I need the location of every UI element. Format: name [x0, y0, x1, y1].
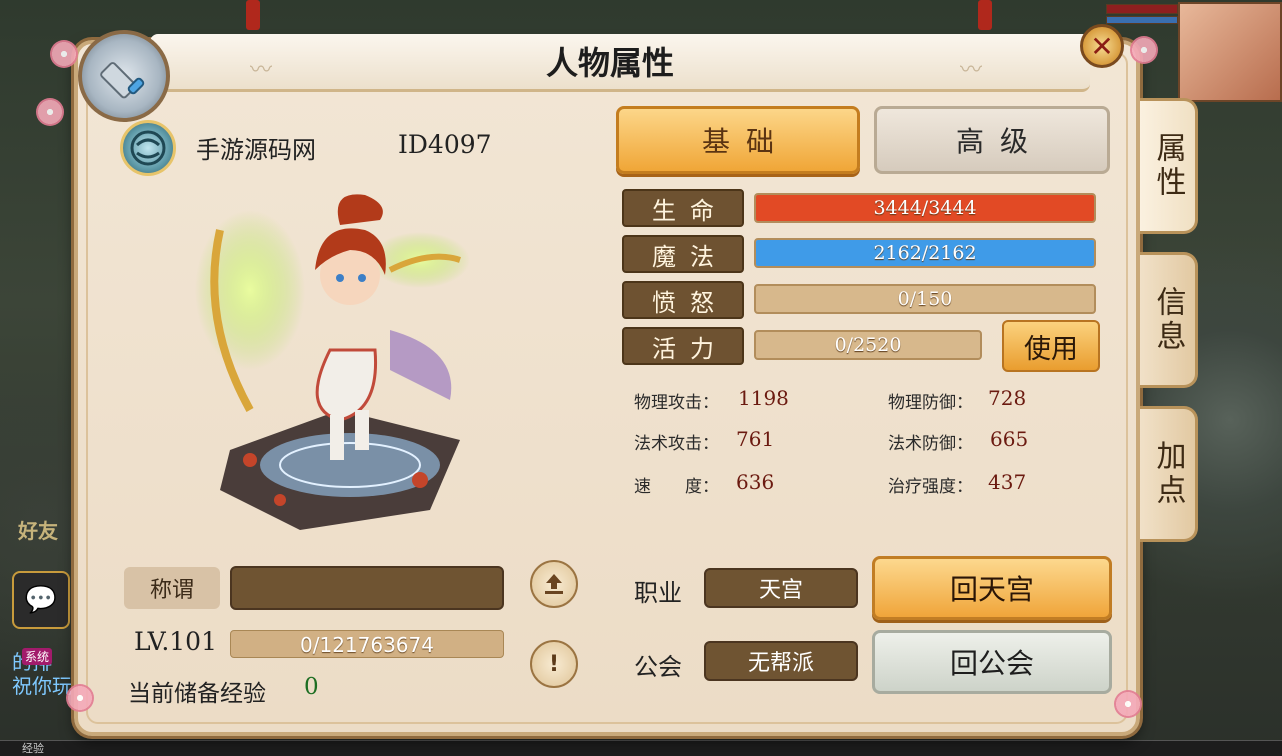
hero-illustration	[195, 194, 470, 530]
info-button[interactable]: !	[530, 640, 578, 688]
attr-label-physical-defense: 物理防御：	[888, 393, 973, 413]
hp-bar: 3444/3444	[754, 193, 1096, 223]
guild-avatar-icon	[120, 120, 176, 176]
cloud-ornament: 〰	[960, 58, 983, 83]
stat-label-vitality: 活力	[622, 327, 744, 365]
side-tab-points[interactable]: 加点	[1140, 406, 1198, 542]
background-portrait[interactable]	[1178, 2, 1282, 102]
player-name: 手游源码网	[196, 136, 316, 164]
mp-value: 2162/2162	[873, 242, 977, 264]
background-hp-bar	[1106, 4, 1178, 14]
guild-label: 公会	[634, 653, 682, 681]
vitality-bar: 0/2520	[754, 330, 982, 360]
background-friend-label[interactable]: 好友	[18, 515, 58, 544]
side-tab-attributes[interactable]: 属性	[1140, 98, 1198, 234]
flower-decoration	[1114, 690, 1142, 718]
upload-button[interactable]	[530, 560, 578, 608]
flower-decoration	[1130, 36, 1158, 64]
chat-bubble-icon[interactable]: 💬	[12, 571, 70, 629]
attr-label-physical-attack: 物理攻击：	[634, 393, 719, 413]
level-label: LV.101	[134, 627, 217, 656]
exp-value: 0/121763674	[300, 633, 434, 657]
attr-label-magic-defense: 法术防御：	[888, 434, 973, 454]
hp-value: 3444/3444	[873, 197, 977, 219]
sword-emblem-icon	[78, 30, 170, 122]
title-field[interactable]	[230, 566, 504, 610]
stat-label-rage: 愤怒	[622, 281, 744, 319]
job-label: 职业	[634, 579, 682, 607]
attr-value-physical-attack: 1198	[738, 386, 789, 410]
upload-icon	[545, 574, 563, 594]
background-mp-bar	[1106, 16, 1178, 24]
attr-label-magic-attack: 法术攻击：	[634, 434, 719, 454]
use-vitality-button[interactable]: 使用	[1002, 320, 1100, 372]
guild-value: 无帮派	[704, 641, 858, 681]
stat-label-mp: 魔法	[622, 235, 744, 273]
job-value: 天宫	[704, 568, 858, 608]
reserve-exp-label: 当前储备经验	[128, 681, 266, 707]
background-chat-tag: 系统	[22, 648, 53, 665]
mp-bar: 2162/2162	[754, 238, 1096, 268]
title-label: 称谓	[124, 567, 220, 609]
side-tab-info[interactable]: 信息	[1140, 252, 1198, 388]
background-exp-strip	[0, 740, 1282, 756]
reserve-exp-value: 0	[304, 674, 319, 700]
player-id: ID4097	[398, 130, 492, 159]
tab-advanced[interactable]: 高级	[874, 106, 1110, 174]
attr-value-magic-defense: 665	[990, 427, 1029, 451]
stat-label-hp: 生命	[622, 189, 744, 227]
attr-value-physical-defense: 728	[988, 386, 1027, 410]
flower-decoration	[50, 40, 78, 68]
close-button[interactable]: ✕	[1080, 24, 1124, 68]
background-pillar	[246, 0, 260, 30]
attr-value-healing: 437	[988, 470, 1027, 494]
rage-value: 0/150	[897, 288, 953, 310]
attr-value-speed: 636	[736, 470, 775, 494]
return-guild-button[interactable]: 回公会	[872, 630, 1112, 694]
flower-decoration	[36, 98, 64, 126]
return-tiangong-button[interactable]: 回天宫	[872, 556, 1112, 620]
window-title: 人物属性	[545, 44, 674, 82]
background-pillar	[978, 0, 992, 30]
vitality-value: 0/2520	[834, 334, 902, 356]
rage-bar: 0/150	[754, 284, 1096, 314]
attr-value-magic-attack: 761	[736, 427, 775, 451]
flower-decoration	[66, 684, 94, 712]
exp-bar: 0/121763674	[230, 630, 504, 658]
tab-basic[interactable]: 基础	[616, 106, 860, 174]
attr-label-speed: 速 度：	[634, 477, 719, 497]
exclamation-icon: !	[548, 651, 560, 677]
background-exp-label: 经验	[22, 742, 44, 755]
cloud-ornament: 〰	[250, 58, 273, 83]
attr-label-healing: 治疗强度：	[888, 477, 973, 497]
close-icon: ✕	[1090, 29, 1114, 63]
